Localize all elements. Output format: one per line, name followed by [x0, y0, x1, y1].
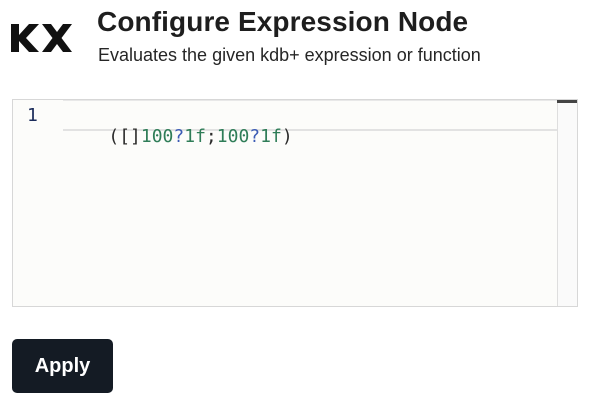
page-title: Configure Expression Node [97, 6, 469, 37]
editor-scrollbar[interactable] [557, 100, 577, 306]
code-token: ) [281, 126, 293, 147]
line-number: 1 [27, 105, 38, 126]
code-line[interactable]: ([]100?1f;100?1f) [65, 105, 293, 168]
apply-button[interactable]: Apply [12, 339, 113, 393]
code-token: ([] [108, 126, 141, 147]
code-token: ? [249, 126, 261, 147]
kx-logo-icon [11, 24, 72, 52]
page-subtitle: Evaluates the given kdb+ expression or f… [98, 45, 481, 65]
code-token: 100 [140, 126, 174, 147]
code-token: 1f [260, 126, 282, 147]
line-number-gutter: 1 [13, 100, 63, 306]
code-token: 100 [216, 126, 250, 147]
code-editor[interactable]: 1 ([]100?1f;100?1f) [12, 99, 578, 307]
code-token: 1f [184, 126, 206, 147]
scrollbar-thumb[interactable] [557, 100, 577, 103]
code-token: ; [205, 126, 217, 147]
code-token: ? [173, 126, 185, 147]
